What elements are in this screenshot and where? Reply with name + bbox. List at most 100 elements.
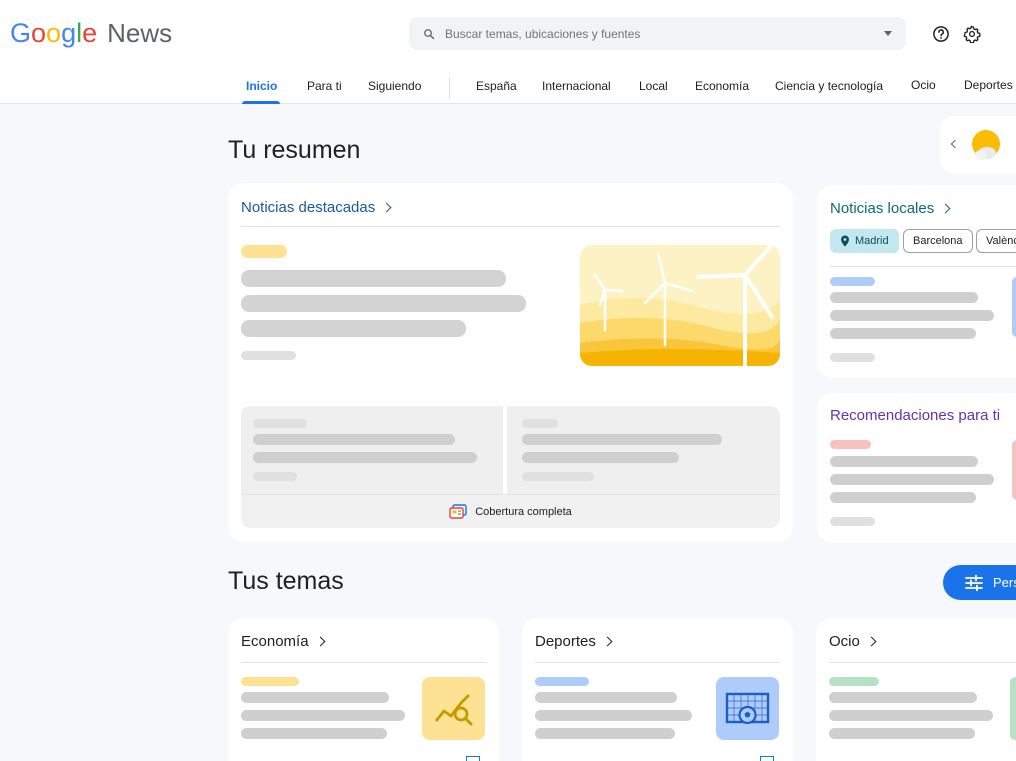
top-app-bar: Google News Inicio Para ti Siguiendo Esp… bbox=[0, 0, 1016, 104]
topic-footer-icon bbox=[760, 756, 774, 761]
section-tabs: Inicio Para ti Siguiendo España Internac… bbox=[0, 68, 1016, 104]
tab-ciencia-tecnologia[interactable]: Ciencia y tecnología bbox=[775, 79, 883, 93]
gear-icon[interactable] bbox=[963, 25, 981, 43]
active-tab-indicator bbox=[242, 101, 280, 104]
topic-headline-placeholder[interactable] bbox=[535, 710, 692, 721]
recommendations-heading-label: Recomendaciones para ti bbox=[830, 407, 1001, 424]
topic-thumbnail-ocio[interactable] bbox=[1010, 677, 1016, 740]
google-news-logo[interactable]: Google News bbox=[10, 18, 172, 49]
recommendations-heading[interactable]: Recomendaciones para ti bbox=[830, 407, 1000, 424]
story-headline-placeholder[interactable] bbox=[241, 270, 506, 287]
sun-cloud-icon bbox=[972, 130, 1000, 160]
topic-headline-placeholder[interactable] bbox=[241, 728, 387, 739]
story-source-placeholder bbox=[241, 245, 287, 258]
topic-heading-label: Deportes bbox=[535, 633, 596, 650]
local-time-placeholder bbox=[830, 353, 875, 362]
tab-inicio[interactable]: Inicio bbox=[246, 79, 277, 93]
related-source-placeholder bbox=[253, 419, 307, 428]
top-stories-heading-label: Noticias destacadas bbox=[241, 199, 376, 216]
tabs-divider bbox=[449, 77, 450, 99]
tab-deportes[interactable]: Deportes bbox=[964, 78, 1013, 92]
rec-headline-placeholder[interactable] bbox=[830, 492, 976, 503]
tab-internacional[interactable]: Internacional bbox=[542, 79, 611, 93]
local-headline-placeholder[interactable] bbox=[830, 310, 994, 321]
tab-local[interactable]: Local bbox=[639, 79, 668, 93]
rec-thumbnail[interactable] bbox=[1012, 440, 1016, 500]
topic-footer-icon bbox=[466, 756, 480, 761]
local-news-heading[interactable]: Noticias locales bbox=[830, 200, 951, 217]
card-divider bbox=[829, 662, 1016, 663]
weather-widget[interactable] bbox=[940, 116, 1016, 174]
topic-thumbnail-economia[interactable] bbox=[422, 677, 485, 740]
chip-label: Barcelona bbox=[913, 235, 963, 247]
topic-headline-placeholder[interactable] bbox=[535, 728, 675, 739]
summary-title: Tu resumen bbox=[228, 136, 361, 164]
chevron-right-icon bbox=[381, 202, 392, 213]
chevron-right-icon bbox=[602, 636, 613, 647]
help-circle-icon[interactable] bbox=[932, 25, 950, 43]
location-chip-madrid[interactable]: Madrid bbox=[830, 229, 899, 253]
tab-ocio[interactable]: Ocio bbox=[911, 78, 936, 92]
related-headline-placeholder bbox=[522, 434, 722, 445]
logo-suffix: News bbox=[107, 18, 173, 48]
search-bar[interactable] bbox=[409, 17, 906, 50]
topics-title: Tus temas bbox=[228, 567, 344, 595]
story-headline-placeholder[interactable] bbox=[241, 320, 466, 337]
topic-heading-economia[interactable]: Economía bbox=[241, 633, 325, 650]
topic-headline-placeholder[interactable] bbox=[829, 710, 993, 721]
rec-headline-placeholder[interactable] bbox=[830, 474, 994, 485]
local-headline-placeholder[interactable] bbox=[830, 328, 976, 339]
topic-source-placeholder bbox=[535, 677, 589, 686]
related-source-placeholder bbox=[522, 419, 558, 428]
local-thumbnail[interactable] bbox=[1012, 277, 1016, 337]
topic-heading-ocio[interactable]: Ocio bbox=[829, 633, 877, 650]
local-headline-placeholder[interactable] bbox=[830, 292, 978, 303]
card-divider bbox=[241, 662, 486, 663]
related-time-placeholder bbox=[522, 472, 594, 481]
location-chip-valencia[interactable]: Valènc bbox=[976, 229, 1016, 253]
search-dropdown-chevron-icon[interactable] bbox=[884, 31, 892, 36]
chevron-right-icon bbox=[866, 636, 877, 647]
full-coverage-label: Cobertura completa bbox=[475, 505, 572, 518]
topic-thumbnail-deportes[interactable] bbox=[716, 677, 779, 740]
topic-headline-placeholder[interactable] bbox=[829, 728, 975, 739]
soccer-goal-icon bbox=[725, 692, 770, 725]
personalize-button[interactable]: Pers bbox=[943, 565, 1016, 600]
topic-heading-label: Ocio bbox=[829, 633, 860, 650]
topic-heading-deportes[interactable]: Deportes bbox=[535, 633, 613, 650]
topic-heading-label: Economía bbox=[241, 633, 309, 650]
tab-economia[interactable]: Economía bbox=[695, 79, 749, 93]
personalize-label: Pers bbox=[993, 575, 1016, 590]
topic-headline-placeholder[interactable] bbox=[241, 710, 405, 721]
rec-source-placeholder bbox=[830, 440, 871, 449]
search-icon[interactable] bbox=[423, 28, 435, 40]
wind-turbines-thumbnail[interactable] bbox=[580, 245, 780, 366]
rec-time-placeholder bbox=[830, 517, 875, 526]
card-divider bbox=[830, 266, 1016, 267]
chevron-right-icon bbox=[940, 203, 951, 214]
full-coverage-icon bbox=[449, 504, 467, 519]
topic-source-placeholder bbox=[829, 677, 879, 686]
full-coverage-button[interactable]: Cobertura completa bbox=[241, 494, 780, 528]
topic-headline-placeholder[interactable] bbox=[535, 692, 677, 703]
tab-para-ti[interactable]: Para ti bbox=[307, 79, 342, 93]
top-stories-heading[interactable]: Noticias destacadas bbox=[241, 199, 392, 216]
related-headline-placeholder bbox=[253, 434, 455, 445]
card-divider bbox=[535, 662, 780, 663]
story-headline-placeholder[interactable] bbox=[241, 295, 526, 312]
logo-wordmark: Google bbox=[10, 18, 98, 48]
tab-espana[interactable]: España bbox=[476, 79, 517, 93]
location-chip-barcelona[interactable]: Barcelona bbox=[903, 229, 973, 253]
related-headline-placeholder bbox=[253, 452, 477, 463]
topic-headline-placeholder[interactable] bbox=[829, 692, 977, 703]
rec-headline-placeholder[interactable] bbox=[830, 456, 978, 467]
topic-headline-placeholder[interactable] bbox=[241, 692, 389, 703]
story-time-placeholder bbox=[241, 351, 296, 360]
related-time-placeholder bbox=[253, 472, 297, 481]
chevron-left-icon[interactable] bbox=[950, 139, 960, 149]
tab-siguiendo[interactable]: Siguiendo bbox=[368, 79, 421, 93]
search-input[interactable] bbox=[445, 26, 884, 41]
chevron-right-icon bbox=[315, 636, 325, 647]
local-source-placeholder bbox=[830, 277, 875, 286]
tune-sliders-icon bbox=[965, 574, 983, 591]
